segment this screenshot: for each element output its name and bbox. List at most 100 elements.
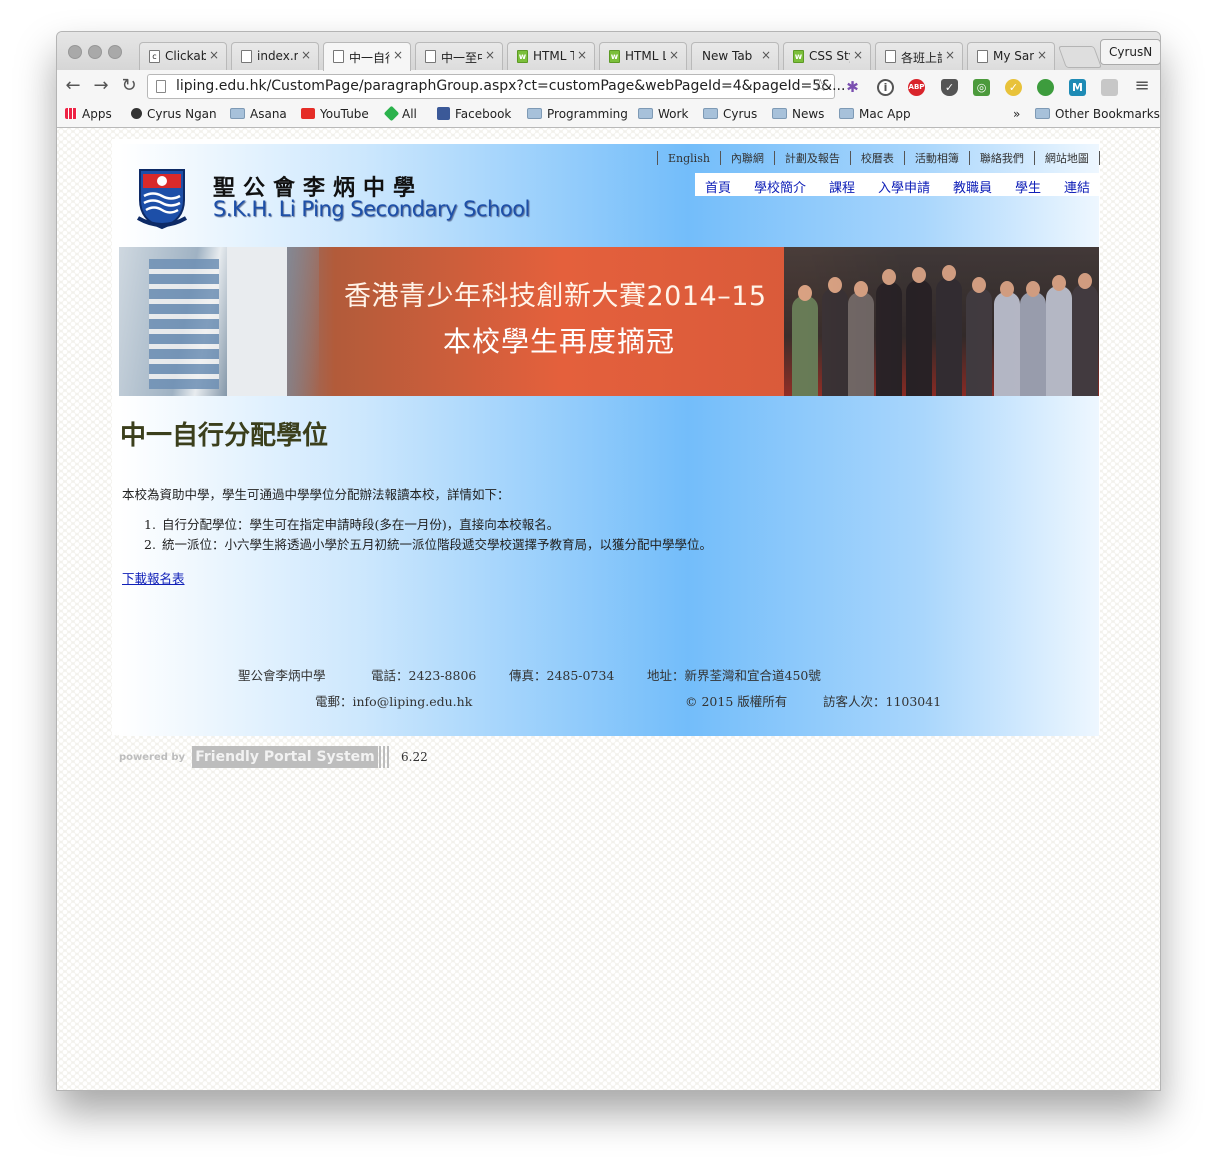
bookmark-facebook[interactable]: Facebook <box>437 107 511 121</box>
tab-my-sandbox[interactable]: My Sand × <box>967 42 1055 70</box>
menu-icon[interactable]: ≡ <box>1131 75 1153 96</box>
nav-links[interactable]: 連結 <box>1064 177 1090 196</box>
w3schools-icon: w <box>793 50 804 63</box>
footer-email[interactable]: 電郵：info@liping.edu.hk <box>315 691 472 710</box>
nav-curriculum[interactable]: 課程 <box>829 177 855 196</box>
nav-staff[interactable]: 教職員 <box>953 177 992 196</box>
nav-school-calendar[interactable]: 校曆表 <box>861 152 894 165</box>
close-icon[interactable]: × <box>209 48 219 62</box>
evernote-icon[interactable] <box>1037 79 1054 96</box>
list-item: 1. 自行分配學位：學生可在指定申請時段(多在一月份)，直接向本校報名。 <box>144 514 712 534</box>
bookmark-cyrus-ngan[interactable]: Cyrus Ngan <box>131 107 217 121</box>
m-extension-icon[interactable]: M <box>1069 79 1086 96</box>
bookmark-asana[interactable]: Asana <box>230 107 287 121</box>
window-extension-icon[interactable] <box>1101 79 1118 96</box>
other-bookmarks[interactable]: Other Bookmarks <box>1035 107 1160 121</box>
pinwheel-extension-icon[interactable]: ✱ <box>844 79 861 96</box>
tab-secondary[interactable]: 中一至中 × <box>415 42 503 70</box>
tab-clickable[interactable]: c Clickable × <box>139 42 227 70</box>
top-navigation: English 內聯網 計劃及報告 校曆表 活動相簿 聯絡我們 網站地圖 <box>647 150 1110 168</box>
close-icon[interactable]: × <box>301 48 311 62</box>
google-keep-icon[interactable]: ✓ <box>1005 79 1022 96</box>
onepassword-icon[interactable]: i <box>877 79 894 96</box>
tab-css-styling[interactable]: w CSS Sty × <box>783 42 871 70</box>
tab-html-tutorial[interactable]: w HTML T × <box>507 42 595 70</box>
download-form-link[interactable]: 下載報名表 <box>122 568 185 587</box>
close-icon[interactable]: × <box>485 48 495 62</box>
back-arrow-icon[interactable]: ← <box>62 75 84 96</box>
nav-photo-album[interactable]: 活動相簿 <box>915 152 959 165</box>
tab-index[interactable]: index.m × <box>231 42 319 70</box>
w3schools-icon: w <box>609 50 620 63</box>
person-figure <box>994 292 1020 396</box>
intro-paragraph: 本校為資助中學，學生可通過中學學位分配辦法報讀本校，詳情如下： <box>122 487 510 502</box>
bookmark-apps[interactable]: Apps <box>65 107 112 121</box>
bookmark-work[interactable]: Work <box>638 107 688 121</box>
tab-html-lists[interactable]: w HTML L × <box>599 42 687 70</box>
forward-arrow-icon[interactable]: → <box>90 75 112 96</box>
nav-separator <box>849 151 851 165</box>
person-head <box>1000 281 1014 297</box>
list-number: 2. <box>144 537 156 552</box>
close-icon[interactable]: × <box>669 48 679 62</box>
close-icon[interactable]: × <box>1037 48 1047 62</box>
close-icon[interactable]: × <box>945 48 955 62</box>
nav-separator <box>1033 151 1035 165</box>
bookmarks-overflow-button[interactable]: » <box>1013 107 1020 121</box>
person-figure <box>822 288 848 396</box>
adblock-plus-icon[interactable]: ABP <box>908 79 925 96</box>
nav-contact-us[interactable]: 聯絡我們 <box>980 152 1024 165</box>
nav-students[interactable]: 學生 <box>1015 177 1041 196</box>
folder-icon <box>772 108 787 119</box>
person-head <box>1026 281 1040 297</box>
page-icon <box>885 50 896 63</box>
list-number: 1. <box>144 517 156 532</box>
screenshot-extension-icon[interactable]: ◎ <box>973 79 990 96</box>
browser-window: c Clickable × index.m × 中一自行 × 中一至中 × w … <box>56 31 1161 1091</box>
nav-admission[interactable]: 入學申請 <box>878 177 930 196</box>
nav-sitemap[interactable]: 網站地圖 <box>1045 152 1089 165</box>
admission-methods-list: 1. 自行分配學位：學生可在指定申請時段(多在一月份)，直接向本校報名。 2. 統一… <box>144 514 712 554</box>
tab-new-tab[interactable]: New Tab × <box>691 42 779 70</box>
pocket-icon[interactable]: ✓ <box>941 79 958 96</box>
zoom-window-button[interactable] <box>108 45 122 59</box>
reload-icon[interactable]: ↻ <box>118 75 140 96</box>
facebook-icon <box>437 107 450 120</box>
tab-title: 各班上課 <box>901 51 942 65</box>
bookmark-star-icon[interactable]: ☆ <box>813 76 828 96</box>
bookmark-news[interactable]: News <box>772 107 824 121</box>
bookmark-cyrus[interactable]: Cyrus <box>703 107 757 121</box>
person-head <box>882 269 896 285</box>
site-container: 聖公會李炳中學 S.K.H. Li Ping Secondary School … <box>112 139 1100 736</box>
person-head <box>828 277 842 293</box>
minimize-window-button[interactable] <box>88 45 102 59</box>
nav-intranet[interactable]: 內聯網 <box>731 152 764 165</box>
school-name-en: S.K.H. Li Ping Secondary School <box>213 197 530 221</box>
close-icon[interactable]: × <box>853 48 863 62</box>
tab-active-page[interactable]: 中一自行 × <box>323 42 411 71</box>
hero-banner: 香港青少年科技創新大賽2014–15 本校學生再度摘冠 <box>119 247 1099 396</box>
powered-by-badge[interactable]: powered by Friendly Portal System <box>119 746 389 770</box>
profile-button[interactable]: CyrusN <box>1100 39 1160 65</box>
person-head <box>1052 275 1066 291</box>
close-icon[interactable]: × <box>393 48 403 62</box>
nav-english[interactable]: English <box>668 152 710 165</box>
address-bar[interactable]: liping.edu.hk/CustomPage/paragraphGroup.… <box>147 74 845 99</box>
page-viewport[interactable]: 聖公會李炳中學 S.K.H. Li Ping Secondary School … <box>57 128 1160 1090</box>
close-icon[interactable]: × <box>577 48 587 62</box>
close-window-button[interactable] <box>68 45 82 59</box>
bookmark-mac-app[interactable]: Mac App <box>839 107 911 121</box>
person-figure <box>1046 286 1072 396</box>
bookmark-label: Apps <box>82 107 112 121</box>
close-icon[interactable]: × <box>761 48 771 62</box>
nav-plans-reports[interactable]: 計劃及報告 <box>785 152 840 165</box>
bookmark-all[interactable]: All <box>383 105 417 122</box>
person-head <box>854 281 868 297</box>
tab-class-schedule[interactable]: 各班上課 × <box>875 42 963 70</box>
nav-school-profile[interactable]: 學校簡介 <box>754 177 806 196</box>
tab-title: New Tab <box>702 49 753 63</box>
new-tab-button[interactable] <box>1057 46 1103 68</box>
nav-home[interactable]: 首頁 <box>705 177 731 196</box>
bookmark-programming[interactable]: Programming <box>527 107 628 121</box>
bookmark-youtube[interactable]: YouTube <box>301 107 369 121</box>
